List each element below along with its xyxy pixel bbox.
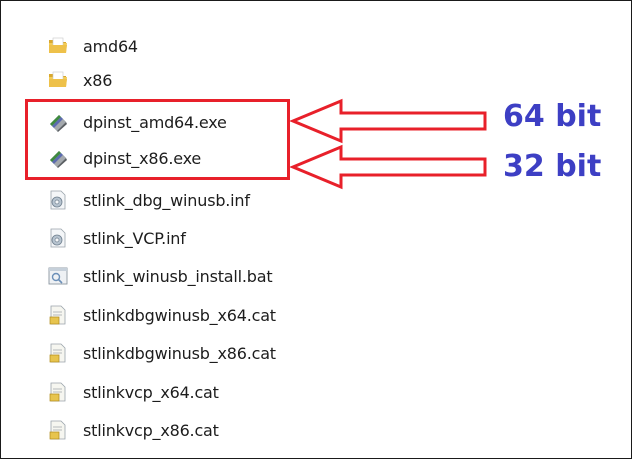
catalog-file-icon (47, 419, 69, 441)
list-item-stlinkdbgwinusb-x86-cat[interactable]: stlinkdbgwinusb_x86.cat (47, 337, 276, 369)
setup-info-icon (47, 189, 69, 211)
arrow-32-bit (289, 144, 487, 190)
file-name: stlink_VCP.inf (83, 228, 186, 248)
label-64-bit: 64 bit (503, 99, 602, 134)
setup-info-icon (47, 227, 69, 249)
catalog-file-icon (47, 381, 69, 403)
list-item-stlinkvcp-x86-cat[interactable]: stlinkvcp_x86.cat (47, 414, 219, 446)
list-item-stlinkvcp-x64-cat[interactable]: stlinkvcp_x64.cat (47, 376, 219, 408)
file-name: stlinkdbgwinusb_x64.cat (83, 305, 276, 325)
list-item-stlink-dbg-winusb-inf[interactable]: stlink_dbg_winusb.inf (47, 184, 250, 216)
file-name: stlinkvcp_x64.cat (83, 382, 219, 402)
list-item-stlink-winusb-install-bat[interactable]: stlink_winusb_install.bat (47, 260, 273, 292)
folder-icon (47, 35, 69, 57)
file-name: stlinkvcp_x86.cat (83, 420, 219, 440)
arrow-64-bit (289, 98, 487, 144)
explorer-window: amd64 x86 dpinst_amd64.exe dpinst_x86.ex… (0, 0, 632, 459)
file-name: stlink_winusb_install.bat (83, 266, 273, 286)
batch-file-icon (47, 265, 69, 287)
file-name: stlinkdbgwinusb_x86.cat (83, 343, 276, 363)
file-name: stlink_dbg_winusb.inf (83, 190, 250, 210)
catalog-file-icon (47, 342, 69, 364)
file-name: amd64 (83, 36, 138, 56)
list-item-stlink-vcp-inf[interactable]: stlink_VCP.inf (47, 222, 186, 254)
folder-icon (47, 69, 69, 91)
installer-highlight-box (25, 99, 290, 180)
file-name: x86 (83, 70, 113, 90)
list-item-x86[interactable]: x86 (47, 64, 112, 96)
list-item-stlinkdbgwinusb-x64-cat[interactable]: stlinkdbgwinusb_x64.cat (47, 299, 276, 331)
list-item-amd64[interactable]: amd64 (47, 30, 138, 62)
label-32-bit: 32 bit (503, 149, 602, 184)
catalog-file-icon (47, 304, 69, 326)
file-list: amd64 x86 dpinst_amd64.exe dpinst_x86.ex… (1, 1, 632, 460)
